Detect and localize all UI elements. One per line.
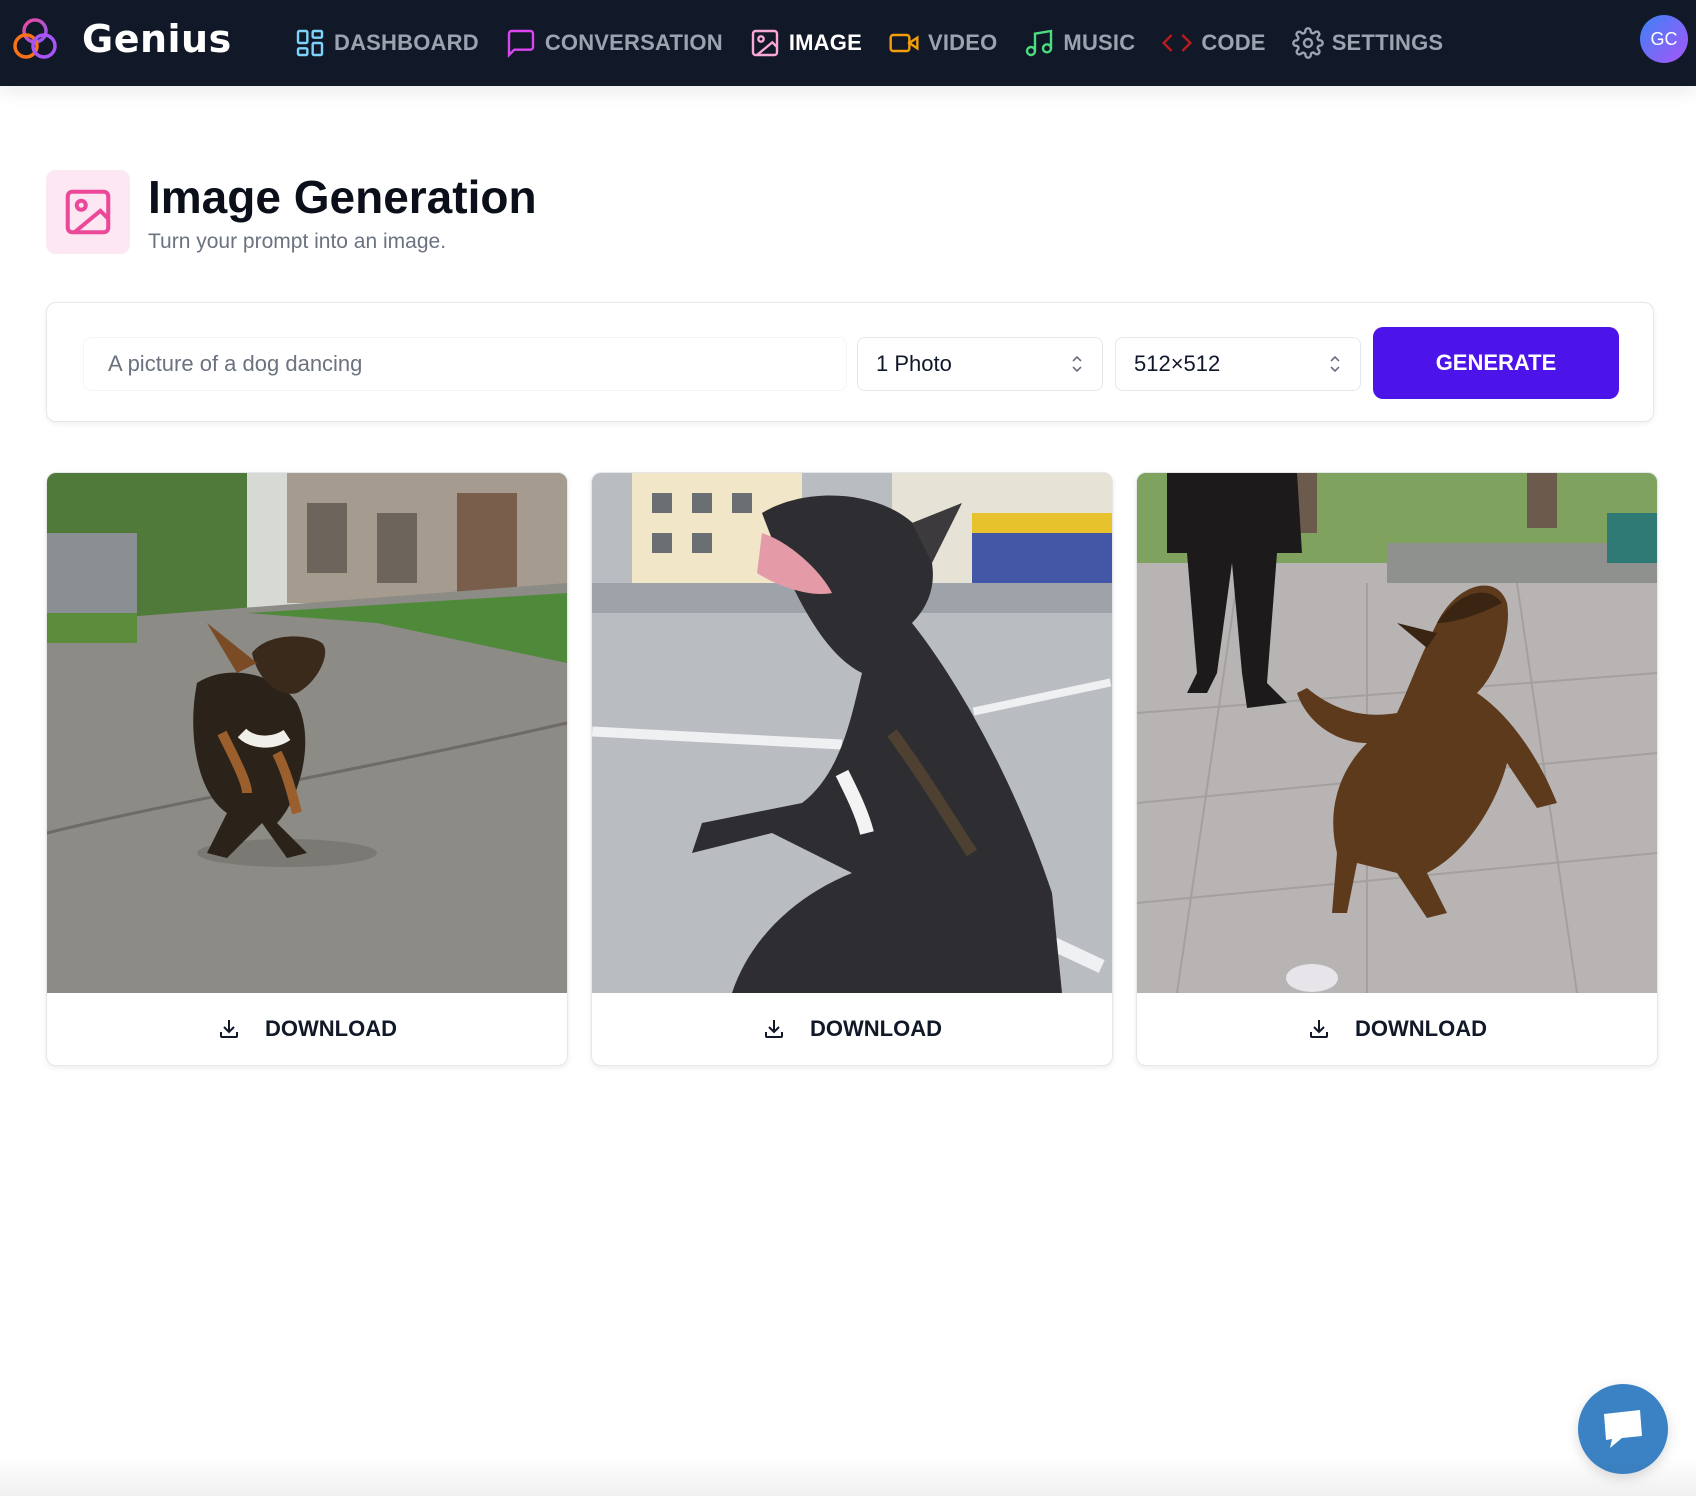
bottom-shadow: [0, 1456, 1696, 1496]
nav-image[interactable]: IMAGE: [749, 27, 862, 59]
page-title: Image Generation: [148, 171, 537, 223]
nav-music-label: MUSIC: [1063, 30, 1136, 55]
nav-music[interactable]: MUSIC: [1023, 27, 1135, 59]
code-icon: [1162, 34, 1193, 52]
download-button[interactable]: DOWNLOAD: [1137, 993, 1657, 1065]
download-label: DOWNLOAD: [265, 1016, 397, 1041]
nav-image-label: IMAGE: [788, 30, 862, 55]
header-icon-tile: [46, 170, 130, 254]
image-card: DOWNLOAD: [591, 472, 1113, 1066]
download-icon: [220, 1020, 238, 1038]
gear-icon: [1291, 27, 1324, 59]
generated-image: [1137, 473, 1657, 993]
message-square-icon: [507, 29, 535, 58]
amount-select-value: 1 Photo: [876, 351, 952, 376]
nav-video-label: VIDEO: [927, 30, 998, 55]
generated-image: [592, 473, 1112, 993]
generate-button[interactable]: GENERATE: [1373, 327, 1619, 399]
nav-dashboard[interactable]: DASHBOARD: [294, 27, 479, 59]
image-card: DOWNLOAD: [1136, 472, 1658, 1066]
app-name: Genius: [82, 17, 232, 61]
chevron-up-down-icon: [1330, 355, 1340, 373]
nav-video[interactable]: VIDEO: [888, 27, 997, 59]
music-icon: [1026, 29, 1053, 57]
layout-grid-icon: [296, 29, 324, 57]
page-subtitle: Turn your prompt into an image.: [148, 230, 447, 253]
nav-code[interactable]: CODE: [1161, 27, 1265, 59]
brand[interactable]: Genius: [10, 14, 232, 64]
download-button[interactable]: DOWNLOAD: [592, 993, 1112, 1065]
user-avatar[interactable]: GC: [1640, 15, 1688, 63]
nav-dashboard-label: DASHBOARD: [334, 30, 479, 55]
top-navbar: Genius DASHBOARD CONVERSATION IMAGE VIDE…: [0, 0, 1696, 86]
nav-conversation-label: CONVERSATION: [544, 30, 723, 55]
chat-icon: [1604, 1410, 1642, 1448]
nav-settings[interactable]: SETTINGS: [1291, 27, 1444, 59]
nav-conversation[interactable]: CONVERSATION: [505, 27, 723, 59]
image-icon: [65, 189, 111, 235]
chevron-up-down-icon: [1072, 355, 1082, 373]
download-button[interactable]: DOWNLOAD: [47, 993, 567, 1065]
generation-form: 1 Photo 512×512 GENERATE: [46, 302, 1654, 422]
download-icon: [765, 1020, 783, 1038]
resolution-select-value: 512×512: [1134, 351, 1221, 376]
prompt-input[interactable]: [83, 337, 847, 391]
image-icon: [751, 29, 779, 57]
download-label: DOWNLOAD: [810, 1016, 942, 1041]
page-header: Image Generation Turn your prompt into a…: [46, 170, 537, 254]
resolution-select[interactable]: 512×512: [1115, 337, 1361, 391]
amount-select[interactable]: 1 Photo: [857, 337, 1103, 391]
genius-logo-icon: [13, 18, 57, 59]
download-icon: [1310, 1020, 1328, 1038]
nav-settings-label: SETTINGS: [1331, 30, 1444, 55]
main-nav: DASHBOARD CONVERSATION IMAGE VIDEO MUSIC: [294, 0, 1469, 86]
video-icon: [889, 33, 919, 53]
nav-code-label: CODE: [1201, 30, 1266, 55]
download-label: DOWNLOAD: [1355, 1016, 1487, 1041]
image-card: DOWNLOAD: [46, 472, 568, 1066]
generated-image: [47, 473, 567, 993]
